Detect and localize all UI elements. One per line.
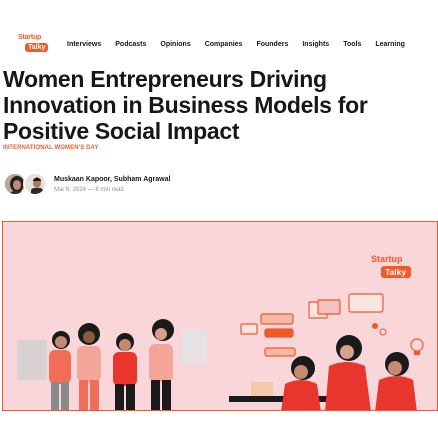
author-avatar-2[interactable] <box>23 172 47 196</box>
nav-item-founders[interactable]: Founders <box>256 41 288 48</box>
nav-item-interviews[interactable]: Interviews <box>67 41 101 48</box>
author-block: Muskaan Kapoor, Subham Agrawal Mar 6, 20… <box>3 170 303 198</box>
startuptalky-logo[interactable]: Startup Talky <box>16 34 49 58</box>
svg-text:Talky: Talky <box>385 267 406 277</box>
logo-line2: Talky <box>25 43 49 52</box>
nav-item-opinions[interactable]: Opinions <box>160 41 190 48</box>
article-title: Women Entrepreneurs Driving Innovation i… <box>3 66 368 144</box>
nav-item-insights[interactable]: Insights <box>302 41 329 48</box>
article-meta: Mar 6, 2024 — 6 min read <box>54 187 124 193</box>
hero-image: Startup Talky <box>2 221 438 411</box>
nav-item-tools[interactable]: Tools <box>343 41 361 48</box>
nav-item-podcasts[interactable]: Podcasts <box>115 41 146 48</box>
nav-item-learning[interactable]: Learning <box>375 41 405 48</box>
nav-item-companies[interactable]: Companies <box>205 41 243 48</box>
main-nav: Interviews Podcasts Opinions Companies F… <box>67 41 405 48</box>
svg-text:Startup: Startup <box>371 254 403 264</box>
author-names[interactable]: Muskaan Kapoor, Subham Agrawal <box>54 176 170 183</box>
article-tag[interactable]: INTERNATIONAL WOMEN'S DAY <box>3 145 99 151</box>
logo-line1: Startup <box>18 34 42 41</box>
site-header: Startup Talky Interviews Podcasts Opinio… <box>0 28 438 64</box>
